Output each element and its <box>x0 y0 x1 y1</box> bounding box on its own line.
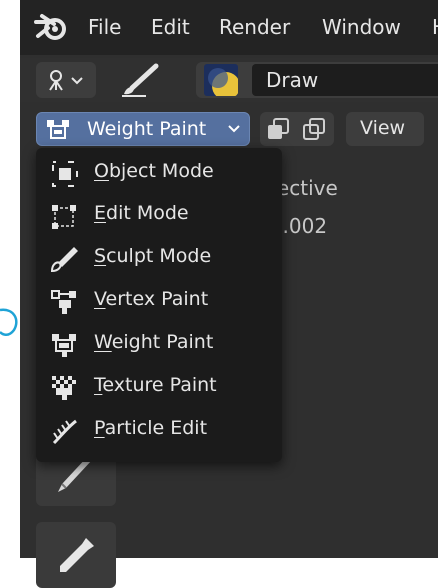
menu-item-mnemonic: S <box>94 245 107 267</box>
menu-window[interactable]: Window <box>322 15 401 39</box>
brush-name-text: Draw <box>266 68 319 92</box>
menu-item-vertex-paint[interactable]: Vertex Paint <box>36 282 282 322</box>
menu-render[interactable]: Render <box>219 15 290 39</box>
mode-selector[interactable]: Weight Paint <box>36 112 250 146</box>
menu-help[interactable]: H <box>432 15 438 39</box>
editor-type-selector[interactable] <box>36 62 96 98</box>
menu-file[interactable]: File <box>88 15 121 39</box>
menu-item-label: bject Mode <box>108 160 214 182</box>
view-menu-label: View <box>360 117 406 139</box>
tool-sample[interactable] <box>36 522 116 588</box>
editor-type-icon <box>49 70 83 91</box>
weight-paint-icon <box>47 120 69 139</box>
view-menu-button[interactable]: View <box>346 112 424 146</box>
blender-logo-icon[interactable] <box>34 12 68 42</box>
menu-item-mnemonic: V <box>94 288 106 310</box>
menu-item-label: eight Paint <box>111 331 214 353</box>
annotation-scribble-icon <box>0 308 18 336</box>
vertex-paint-icon <box>51 290 76 314</box>
object-mode-icon <box>52 161 78 187</box>
menu-item-mnemonic: P <box>94 417 105 439</box>
menu-item-sculpt-mode[interactable]: Sculpt Mode <box>36 239 282 279</box>
menu-item-label: culpt Mode <box>106 245 212 267</box>
top-menu-bar: File Edit Render Window H <box>20 0 438 55</box>
eyedropper-icon <box>60 538 94 572</box>
menu-item-texture-paint[interactable]: Texture Paint <box>36 368 282 408</box>
brush-name-field[interactable]: Draw <box>252 64 438 96</box>
menu-item-label: dit Mode <box>106 202 189 224</box>
selectability-icon[interactable] <box>266 117 292 141</box>
menu-edit[interactable]: Edit <box>151 15 190 39</box>
texture-paint-icon <box>52 376 76 400</box>
particle-edit-icon <box>52 419 77 445</box>
mode-selector-label: Weight Paint <box>87 118 207 140</box>
menu-item-label: article Edit <box>104 417 208 439</box>
mode-dropdown-menu: Object Mode Edit Mode Sculpt Mode Vertex… <box>36 148 282 462</box>
menu-item-label: exture Paint <box>102 374 217 396</box>
chevron-down-icon <box>228 125 240 133</box>
brush-preview-icon[interactable] <box>204 64 238 96</box>
menu-item-label: ertex Paint <box>105 288 209 310</box>
menu-item-mnemonic: O <box>94 160 109 182</box>
edit-mode-icon <box>52 205 76 229</box>
menu-item-mnemonic: E <box>94 202 107 224</box>
menu-item-weight-paint[interactable]: Weight Paint <box>36 325 282 365</box>
shading-toggle-group <box>260 112 334 146</box>
menu-item-particle-edit[interactable]: Particle Edit <box>36 411 282 451</box>
brush-tool-button[interactable] <box>118 62 164 98</box>
menu-item-object-mode[interactable]: Object Mode <box>36 154 282 194</box>
menu-item-mnemonic: W <box>94 331 112 353</box>
menu-item-edit-mode[interactable]: Edit Mode <box>36 196 282 236</box>
xray-icon[interactable] <box>302 117 328 141</box>
sculpt-mode-icon <box>50 247 78 273</box>
paint-brush-icon <box>122 63 159 97</box>
weight-paint-icon <box>52 334 76 357</box>
